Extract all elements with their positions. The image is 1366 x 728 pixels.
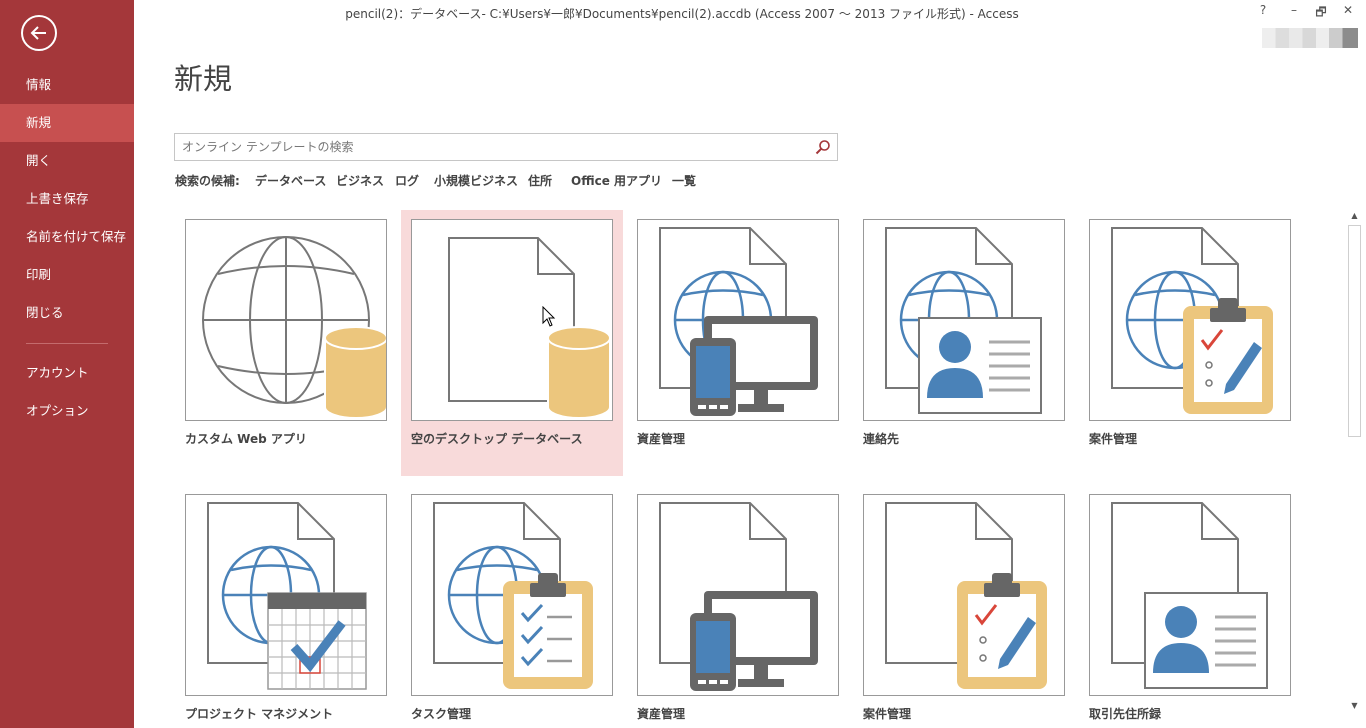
nav-save[interactable]: 上書き保存 [0, 180, 134, 218]
document-contact-card-icon [1111, 502, 1268, 689]
blank-document-database-icon [448, 237, 611, 419]
search-input[interactable] [175, 134, 805, 160]
suggest-link[interactable]: 小規模ビジネス [434, 172, 518, 189]
globe-contact-card-icon [885, 227, 1042, 414]
nav-divider [26, 343, 108, 344]
nav-account[interactable]: アカウント [0, 354, 134, 392]
template-label[interactable]: 空のデスクトップ データベース [411, 430, 583, 447]
back-arrow-icon [30, 26, 46, 40]
scroll-down-arrow-icon[interactable]: ▼ [1347, 700, 1362, 712]
template-label[interactable]: 案件管理 [863, 705, 911, 722]
title-bar: pencil(2)：データベース- C:¥Users¥一郎¥Documents¥… [134, 0, 1366, 28]
globe-calendar-check-icon [207, 502, 367, 690]
template-label[interactable]: 連絡先 [863, 430, 899, 447]
suggest-link[interactable]: ログ [395, 172, 419, 189]
search-icon[interactable] [815, 139, 831, 155]
template-tile[interactable] [185, 219, 387, 421]
scroll-thumb[interactable] [1348, 225, 1361, 437]
template-tile[interactable] [637, 494, 839, 696]
document-devices-icon [659, 502, 818, 691]
template-label[interactable]: 取引先住所録 [1089, 705, 1161, 722]
globe-clipboard-checklist-icon [433, 502, 593, 689]
globe-database-icon [202, 236, 386, 419]
scroll-up-arrow-icon[interactable]: ▲ [1347, 210, 1362, 222]
template-tile[interactable] [411, 494, 613, 696]
restore-button[interactable]: 🗗 [1310, 3, 1332, 21]
nav-close[interactable]: 閉じる [0, 294, 134, 332]
suggest-label: 検索の候補: [175, 174, 240, 188]
template-label[interactable]: 資産管理 [637, 705, 685, 722]
template-tile[interactable] [1089, 494, 1291, 696]
backstage-sidebar: 情報 新規 開く 上書き保存 名前を付けて保存 印刷 閉じる アカウント オプシ… [0, 0, 134, 728]
suggest-link[interactable]: データベース [255, 172, 326, 189]
nav-info[interactable]: 情報 [0, 66, 134, 104]
suggest-link[interactable]: ビジネス [336, 172, 384, 189]
template-label[interactable]: 資産管理 [637, 430, 685, 447]
template-tile[interactable] [411, 219, 613, 421]
template-tile[interactable] [185, 494, 387, 696]
suggest-link[interactable]: Office 用アプリ [571, 172, 662, 189]
template-tile[interactable] [637, 219, 839, 421]
back-button[interactable] [21, 15, 57, 51]
suggest-link[interactable]: 住所 [528, 172, 552, 189]
template-label[interactable]: カスタム Web アプリ [185, 430, 307, 447]
mouse-cursor-icon [542, 306, 556, 327]
window-title: pencil(2)：データベース- C:¥Users¥一郎¥Documents¥… [345, 7, 1019, 21]
suggest-link[interactable]: 一覧 [672, 172, 696, 189]
template-tile[interactable] [863, 494, 1065, 696]
globe-devices-icon [659, 227, 818, 416]
nav-save-as[interactable]: 名前を付けて保存 [0, 218, 134, 256]
nav-new[interactable]: 新規 [0, 104, 134, 142]
nav-print[interactable]: 印刷 [0, 256, 134, 294]
template-label[interactable]: タスク管理 [411, 705, 471, 722]
document-clipboard-pencil-icon [885, 502, 1047, 689]
user-account-avatar[interactable] [1262, 28, 1358, 48]
template-label[interactable]: プロジェクト マネジメント [185, 705, 333, 722]
minimize-button[interactable]: – [1283, 3, 1305, 21]
help-button[interactable]: ? [1252, 3, 1274, 21]
template-search [174, 133, 838, 161]
close-button[interactable]: ✕ [1337, 3, 1359, 21]
template-tile[interactable] [863, 219, 1065, 421]
template-label[interactable]: 案件管理 [1089, 430, 1137, 447]
nav-open[interactable]: 開く [0, 142, 134, 180]
nav-options[interactable]: オプション [0, 392, 134, 430]
globe-clipboard-pencil-icon [1111, 227, 1273, 414]
page-title: 新規 [174, 62, 233, 96]
vertical-scrollbar[interactable]: ▲ ▼ [1347, 210, 1362, 712]
template-tile[interactable] [1089, 219, 1291, 421]
